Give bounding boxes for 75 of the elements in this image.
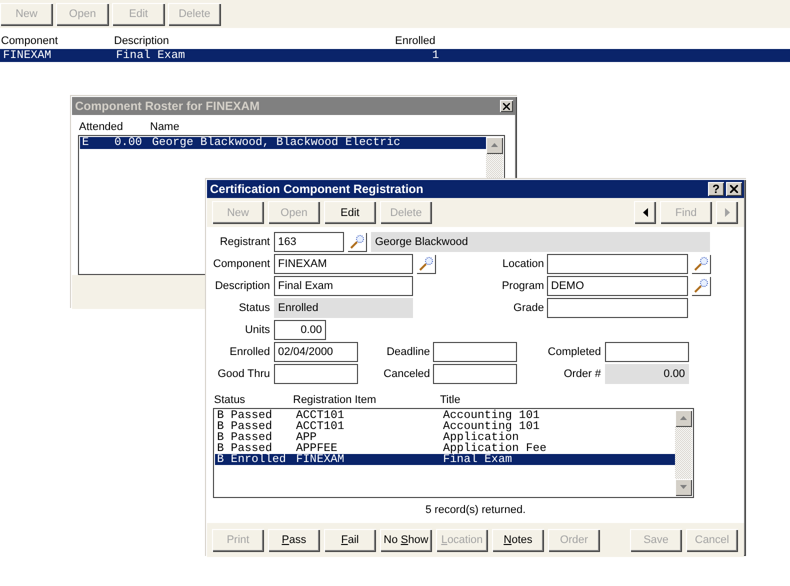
action-button[interactable]: Pass	[268, 528, 320, 552]
field-label: Registrant	[218, 236, 270, 248]
table-row[interactable]: B Passed ACCT101 Accounting 101	[215, 421, 675, 432]
window-title: Component Roster for FINEXAM	[75, 99, 261, 113]
close-button[interactable]	[726, 182, 742, 196]
column-header: Description	[114, 35, 170, 47]
column-header: Component	[0, 35, 59, 47]
lookup-button[interactable]	[691, 276, 711, 296]
lookup-button[interactable]	[416, 254, 436, 274]
field-label: Grade	[512, 302, 544, 314]
input-field[interactable]	[433, 342, 517, 362]
lookup-button[interactable]	[691, 254, 711, 274]
magnifier-icon	[693, 278, 709, 294]
input-field[interactable]: 0.00	[274, 320, 326, 340]
table-row[interactable]: E 0.00 George Blackwood, Blackwood Electric	[80, 137, 488, 149]
input-field[interactable]: 163	[274, 232, 344, 252]
field-label: Component	[212, 258, 270, 270]
action-button[interactable]: Notes	[492, 528, 544, 552]
input-field[interactable]: 02/04/2000	[274, 342, 358, 362]
field-label: Deadline	[386, 346, 430, 358]
input-field[interactable]	[547, 298, 688, 318]
column-header: Attended	[78, 121, 124, 135]
read-only-field: Enrolled	[274, 298, 413, 318]
input-field[interactable]: DEMO	[547, 276, 688, 296]
read-only-field: George Blackwood	[371, 232, 710, 252]
table-row[interactable]: B Enrolled FINEXAM Final Exam	[215, 454, 675, 465]
column-header: Registration Item	[293, 394, 378, 408]
scrollbar[interactable]	[675, 410, 692, 496]
input-field[interactable]: Final Exam	[274, 276, 413, 296]
read-only-field: 0.00	[605, 364, 689, 384]
table-row[interactable]: B Passed APP Application	[215, 432, 675, 443]
input-field[interactable]	[605, 342, 689, 362]
column-header: Status	[214, 394, 246, 408]
toolbar-button[interactable]: Edit	[324, 201, 376, 224]
column-header: Name	[150, 121, 180, 135]
column-header: Title	[440, 394, 462, 408]
magnifier-icon	[418, 256, 434, 272]
field-label: Order #	[562, 368, 601, 380]
column-header: Enrolled	[395, 35, 436, 47]
scroll-up-button[interactable]	[486, 137, 503, 154]
action-button[interactable]: Fail	[324, 528, 376, 552]
previous-button[interactable]	[634, 201, 656, 224]
action-button[interactable]: No Show	[380, 528, 432, 552]
field-label: Description	[214, 280, 270, 292]
scroll-down-button[interactable]	[675, 479, 692, 496]
input-field[interactable]	[547, 254, 688, 274]
help-button[interactable]: ?	[708, 182, 724, 196]
lookup-button[interactable]	[347, 232, 367, 252]
field-label: Good Thru	[216, 368, 270, 380]
scrollbar[interactable]	[486, 137, 503, 181]
up-arrow-icon	[491, 141, 498, 150]
magnifier-icon	[349, 234, 365, 250]
input-field[interactable]	[274, 364, 358, 384]
close-icon	[503, 102, 510, 110]
table-row[interactable]: B Passed ACCT101 Accounting 101	[215, 410, 675, 421]
table-row[interactable]: FINEXAM Final Exam 1	[0, 49, 790, 62]
field-label: Location	[501, 258, 544, 270]
left-arrow-icon	[642, 208, 648, 217]
status-text: 5 record(s) returned.	[425, 504, 526, 516]
window-title: Certification Component Registration	[210, 182, 424, 196]
up-arrow-icon	[680, 414, 687, 423]
field-label: Units	[244, 324, 270, 336]
magnifier-icon	[693, 256, 709, 272]
close-button[interactable]	[500, 100, 513, 112]
field-label: Completed	[546, 346, 601, 358]
field-label: Canceled	[382, 368, 430, 380]
scroll-up-button[interactable]	[675, 410, 692, 427]
close-icon	[730, 185, 738, 193]
right-arrow-icon	[724, 208, 730, 217]
field-label: Status	[238, 302, 270, 314]
table-row[interactable]: B Passed APPFEE Application Fee	[215, 443, 675, 454]
input-field[interactable]: FINEXAM	[274, 254, 413, 274]
field-label: Program	[500, 280, 544, 292]
field-label: Enrolled	[228, 346, 270, 358]
input-field[interactable]	[433, 364, 517, 384]
